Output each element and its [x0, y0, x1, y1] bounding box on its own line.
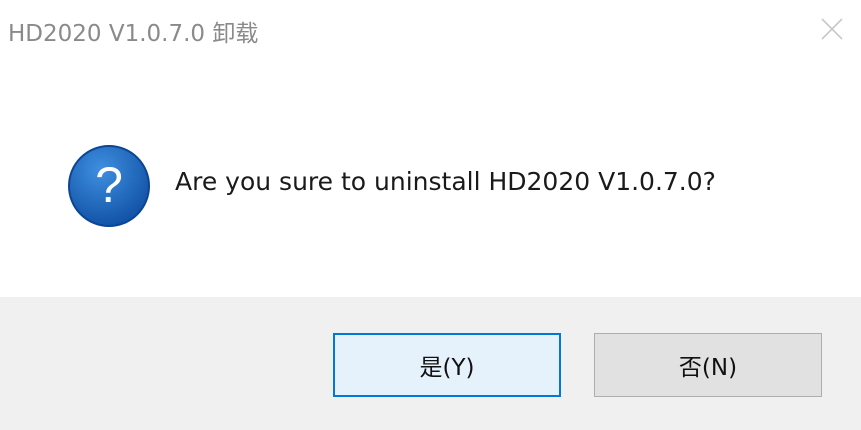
no-button-label: 否(N)	[678, 355, 738, 381]
dialog-content: ? Are you sure to uninstall HD2020 V1.0.…	[0, 64, 861, 296]
yes-button-label: 是(Y)	[419, 355, 475, 381]
close-icon	[821, 18, 843, 40]
uninstall-dialog: HD2020 V1.0.7.0 卸载 ? Are you sure to uni…	[0, 0, 861, 430]
title-bar: HD2020 V1.0.7.0 卸载	[0, 0, 861, 64]
button-bar: 是(Y) 否(N)	[0, 297, 861, 430]
close-button[interactable]	[803, 0, 861, 58]
no-button[interactable]: 否(N)	[594, 333, 822, 397]
yes-button[interactable]: 是(Y)	[333, 333, 561, 397]
question-mark: ?	[95, 157, 123, 213]
question-icon: ?	[68, 145, 150, 227]
window-title: HD2020 V1.0.7.0 卸载	[8, 21, 259, 47]
confirm-message: Are you sure to uninstall HD2020 V1.0.7.…	[175, 167, 716, 196]
